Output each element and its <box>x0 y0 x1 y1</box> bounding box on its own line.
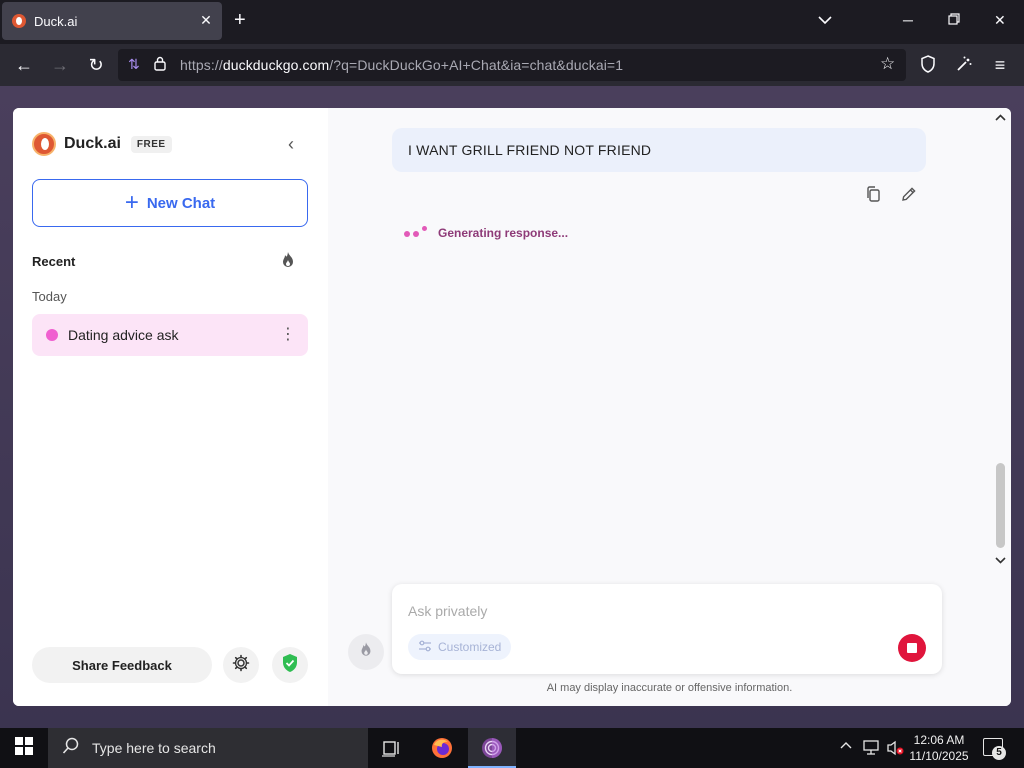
close-window-button[interactable]: ✕ <box>994 12 1006 28</box>
chat-title: Dating advice ask <box>68 327 179 343</box>
clear-conversation-button[interactable] <box>348 634 384 670</box>
start-button[interactable] <box>0 728 48 768</box>
menu-icon[interactable]: ≡ <box>990 55 1010 75</box>
clock-time: 12:06 AM <box>913 733 965 747</box>
notification-count-badge: 5 <box>992 746 1006 760</box>
fire-icon[interactable] <box>279 251 297 269</box>
recent-heading: Recent <box>32 254 76 269</box>
tab-title: Duck.ai <box>34 13 78 29</box>
shield-check-icon <box>281 653 299 678</box>
reload-icon[interactable]: ↻ <box>86 55 106 75</box>
brand-name: Duck.ai <box>64 135 121 152</box>
restore-window-button[interactable] <box>948 12 960 28</box>
user-message-text: I WANT GRILL FRIEND NOT FRIEND <box>408 142 652 158</box>
windows-taskbar: Type here to search 12:06 AM 11/10/2025 … <box>0 728 1024 768</box>
tor-browser-taskbar-button[interactable] <box>468 728 516 768</box>
network-icon[interactable] <box>862 740 880 759</box>
new-chat-label: New Chat <box>146 194 216 212</box>
stop-generating-button[interactable] <box>898 634 926 662</box>
gear-icon <box>232 654 250 677</box>
shield-icon[interactable] <box>918 55 938 75</box>
browser-tab-bar: Duck.ai ✕ + ─ ✕ <box>0 0 1024 44</box>
windows-logo-icon <box>15 736 33 760</box>
ai-disclaimer: AI may display inaccurate or offensive i… <box>546 682 793 694</box>
scroll-up-icon[interactable] <box>995 112 1006 124</box>
collapse-sidebar-icon[interactable]: ‹ <box>283 134 299 155</box>
forward-arrow-icon[interactable]: → <box>50 55 70 75</box>
copy-icon[interactable] <box>864 185 882 203</box>
loading-dots-icon <box>404 226 430 240</box>
share-feedback-button[interactable]: Share Feedback <box>32 647 212 683</box>
page-area: Duck.ai FREE ‹ + New Chat Recent Today D… <box>0 86 1024 728</box>
stop-icon <box>907 643 917 653</box>
bookmark-star-icon[interactable]: ☆ <box>880 54 895 74</box>
duck-logo-icon <box>32 132 56 156</box>
chat-scrollbar[interactable] <box>990 108 1011 568</box>
message-composer: Customized <box>392 584 942 674</box>
duckduckgo-favicon-icon <box>12 14 26 28</box>
scroll-thumb[interactable] <box>996 463 1005 548</box>
today-heading: Today <box>32 289 67 304</box>
browser-nav-bar: ← → ↻ ⇅ https://duckduckgo.com/?q=DuckDu… <box>0 44 1024 86</box>
taskbar-search-placeholder: Type here to search <box>92 740 216 756</box>
chat-panel: I WANT GRILL FRIEND NOT FRIEND Generatin… <box>328 108 1011 706</box>
taskbar-search[interactable]: Type here to search <box>48 728 368 768</box>
taskbar-clock[interactable]: 12:06 AM 11/10/2025 <box>906 732 972 764</box>
scroll-down-icon[interactable] <box>995 555 1006 567</box>
plus-icon: + <box>124 189 139 216</box>
url-path: /?q=DuckDuckGo+AI+Chat&ia=chat&duckai=1 <box>329 57 624 73</box>
fire-icon <box>358 641 374 663</box>
chat-list-item[interactable]: Dating advice ask ⋮ <box>32 314 308 356</box>
lock-icon[interactable] <box>154 56 166 74</box>
volume-muted-icon[interactable] <box>886 740 904 759</box>
list-all-tabs-icon[interactable] <box>818 12 832 28</box>
chat-input[interactable] <box>408 600 888 622</box>
new-chat-button[interactable]: + New Chat <box>32 179 308 227</box>
search-icon <box>62 737 80 760</box>
task-view-icon[interactable] <box>380 736 404 760</box>
new-tab-button[interactable]: + <box>234 10 246 30</box>
customized-mode-button[interactable]: Customized <box>408 634 512 660</box>
minimize-window-button[interactable]: ─ <box>903 12 913 28</box>
browser-tab[interactable]: Duck.ai ✕ <box>2 2 222 40</box>
duck-ai-app: Duck.ai FREE ‹ + New Chat Recent Today D… <box>13 108 1011 706</box>
close-tab-icon[interactable]: ✕ <box>198 12 214 29</box>
url-text[interactable]: https://duckduckgo.com/?q=DuckDuckGo+AI+… <box>180 57 623 73</box>
url-bar[interactable]: ⇅ https://duckduckgo.com/?q=DuckDuckGo+A… <box>118 49 906 81</box>
generating-indicator: Generating response... <box>404 226 568 240</box>
user-message-bubble: I WANT GRILL FRIEND NOT FRIEND <box>392 128 926 172</box>
extensions-icon[interactable] <box>954 55 974 75</box>
privacy-protection-button[interactable] <box>272 647 308 683</box>
url-host: duckduckgo.com <box>222 57 330 73</box>
free-badge: FREE <box>130 135 172 153</box>
settings-button[interactable] <box>223 647 259 683</box>
tor-browser-icon <box>480 736 504 760</box>
customized-label: Customized <box>438 640 502 654</box>
share-feedback-label: Share Feedback <box>72 657 172 673</box>
permissions-icon[interactable]: ⇅ <box>128 56 140 73</box>
show-hidden-icons-icon[interactable] <box>840 739 852 753</box>
url-prefix: https:// <box>180 57 223 73</box>
clock-date: 11/10/2025 <box>909 749 969 763</box>
sidebar: Duck.ai FREE ‹ + New Chat Recent Today D… <box>13 108 328 706</box>
edit-icon[interactable] <box>900 185 918 203</box>
firefox-icon[interactable] <box>430 736 454 760</box>
sliders-icon <box>418 640 432 655</box>
back-arrow-icon[interactable]: ← <box>14 55 34 75</box>
brand[interactable]: Duck.ai FREE <box>32 132 172 156</box>
generating-status-text: Generating response... <box>438 226 569 240</box>
more-options-icon[interactable]: ⋮ <box>280 325 296 345</box>
chat-color-dot <box>46 329 58 341</box>
